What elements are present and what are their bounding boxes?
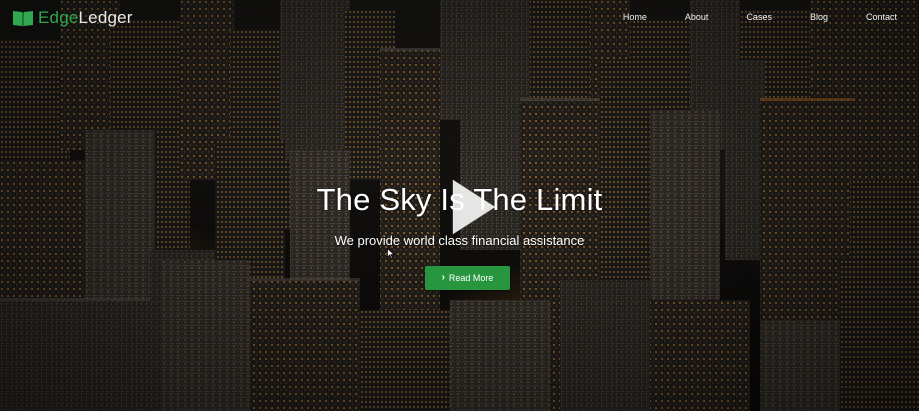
brand-name-edge: Edge <box>38 8 79 27</box>
nav-item-blog[interactable]: Blog <box>798 10 840 24</box>
nav-item-cases[interactable]: Cases <box>734 10 784 24</box>
hero-section: EdgeLedger Home About Cases Blog Contact… <box>0 0 919 411</box>
nav-item-home[interactable]: Home <box>611 10 659 24</box>
play-icon[interactable] <box>449 178 497 236</box>
brand-logo-link[interactable]: EdgeLedger <box>12 7 133 29</box>
nav-menu: Home About Cases Blog Contact <box>611 10 909 24</box>
mouse-cursor-icon <box>387 248 395 259</box>
open-book-icon <box>13 11 33 27</box>
brand-name: EdgeLedger <box>38 7 133 29</box>
read-more-label: Read More <box>448 273 494 283</box>
chevron-right-icon: › <box>441 272 445 283</box>
nav-item-about[interactable]: About <box>673 10 721 24</box>
nav-item-contact[interactable]: Contact <box>854 10 909 24</box>
brand-name-ledger: Ledger <box>78 8 133 27</box>
top-navbar: EdgeLedger Home About Cases Blog Contact <box>0 0 919 36</box>
hero-subtitle: We provide world class financial assista… <box>334 233 585 248</box>
read-more-button[interactable]: › Read More <box>425 266 510 290</box>
